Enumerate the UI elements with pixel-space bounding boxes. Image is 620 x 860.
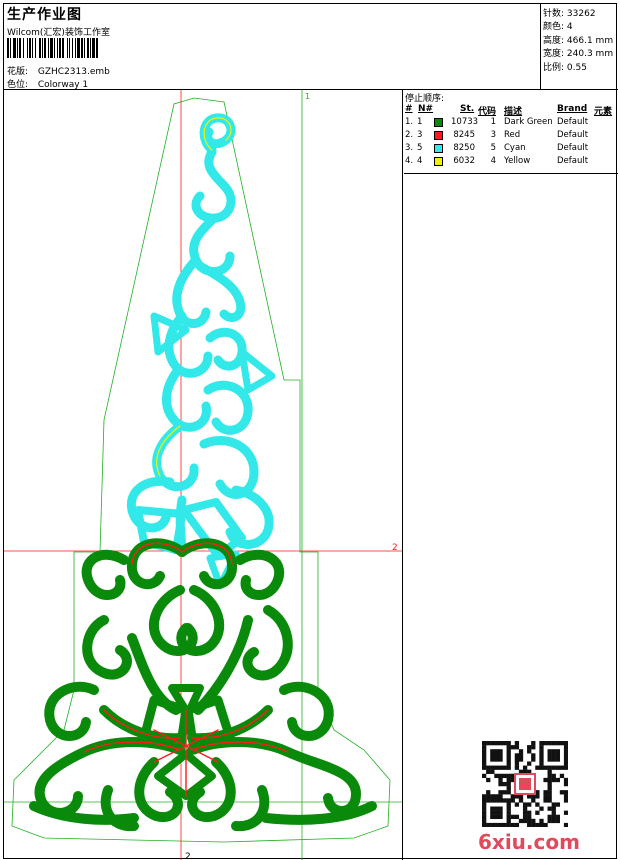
row-needle: 1 xyxy=(417,117,423,127)
design-file-label: 花版: xyxy=(7,67,29,77)
row-code: 5 xyxy=(490,143,496,153)
colors-label: 颜色: xyxy=(543,22,565,32)
height-label: 高度: xyxy=(543,36,565,46)
row-code: 3 xyxy=(490,130,496,140)
height-stat: 高度: 466.1 mm xyxy=(543,33,613,46)
row-description: Red xyxy=(504,130,521,140)
row-brand: Default xyxy=(557,117,589,127)
row-brand: Default xyxy=(557,130,589,140)
col-header-n: N# xyxy=(418,104,434,114)
design-file-row: 花版: GZHC2313.emb xyxy=(7,64,110,77)
row-needle: 5 xyxy=(417,143,423,153)
row-needle: 4 xyxy=(417,156,423,166)
stop-sequence-title: 停止顺序: xyxy=(405,94,445,104)
green-motif xyxy=(29,538,377,832)
stitches-label: 针数: xyxy=(543,9,565,19)
design-file-value: GZHC2313.emb xyxy=(37,67,110,77)
row-stitches: 8245 xyxy=(453,130,475,140)
col-header-brand: Brand xyxy=(557,104,588,114)
color-swatch xyxy=(434,118,443,127)
qr-code-icon xyxy=(482,741,568,827)
col-header-code: 代码 xyxy=(478,107,497,117)
embroidery-preview: 1 2 2 xyxy=(4,90,403,860)
stitches-value: 33262 xyxy=(566,9,596,19)
guide-marker-bottom: 2 xyxy=(185,852,191,860)
width-value: 240.3 mm xyxy=(566,49,614,59)
row-index: 1. xyxy=(405,117,414,127)
row-index: 4. xyxy=(405,156,414,166)
row-description: Yellow xyxy=(504,156,531,166)
page-title: 生产作业图 xyxy=(7,7,82,23)
stop-sequence-table: 停止顺序: # N# St. 代码 描述 Brand 元素 1. 1 10733 1 D… xyxy=(404,90,618,174)
col-header-element: 元素 xyxy=(594,107,613,117)
row-index: 3. xyxy=(405,143,414,153)
scale-stat: 比例: 0.55 xyxy=(543,60,587,73)
width-stat: 宽度: 240.3 mm xyxy=(543,46,613,59)
row-description: Dark Green xyxy=(504,117,553,127)
scale-value: 0.55 xyxy=(566,63,587,73)
row-stitches: 10733 xyxy=(451,117,479,127)
color-swatch xyxy=(434,144,443,153)
row-index: 2. xyxy=(405,130,414,140)
color-swatch xyxy=(434,131,443,140)
barcode-icon xyxy=(7,38,98,58)
production-sheet: 生产作业图 Wilcom(汇宏)装饰工作室 花版: GZHC2313.emb 色… xyxy=(3,3,618,860)
watermark-text: 6xiu.com xyxy=(478,830,580,854)
scale-label: 比例: xyxy=(543,63,565,73)
row-stitches: 8250 xyxy=(453,143,475,153)
height-value: 466.1 mm xyxy=(566,36,614,46)
row-code: 4 xyxy=(490,156,496,166)
row-code: 1 xyxy=(490,117,496,127)
col-header-stitches: St. xyxy=(460,104,475,114)
colors-stat: 颜色: 4 xyxy=(543,19,573,32)
row-brand: Default xyxy=(557,156,589,166)
guide-marker-right: 2 xyxy=(392,543,398,553)
color-swatch xyxy=(434,157,443,166)
col-header-desc: 描述 xyxy=(504,107,523,117)
row-brand: Default xyxy=(557,143,589,153)
col-header-index: # xyxy=(405,104,413,114)
design-stats: 针数: 33262 颜色: 4 高度: 466.1 mm 宽度: 240.3 m… xyxy=(541,4,617,89)
stitches-stat: 针数: 33262 xyxy=(543,6,596,19)
header-info: 生产作业图 Wilcom(汇宏)装饰工作室 花版: GZHC2313.emb 色… xyxy=(4,4,541,90)
row-needle: 3 xyxy=(417,130,423,140)
cyan-motif xyxy=(126,113,276,590)
width-label: 宽度: xyxy=(543,49,565,59)
row-stitches: 6032 xyxy=(453,156,475,166)
colors-value: 4 xyxy=(566,22,573,32)
guide-marker-top: 1 xyxy=(305,92,310,101)
embroidery-canvas: 1 2 2 xyxy=(4,90,402,860)
row-description: Cyan xyxy=(504,143,526,153)
company-name: Wilcom(汇宏)装饰工作室 xyxy=(7,28,110,38)
